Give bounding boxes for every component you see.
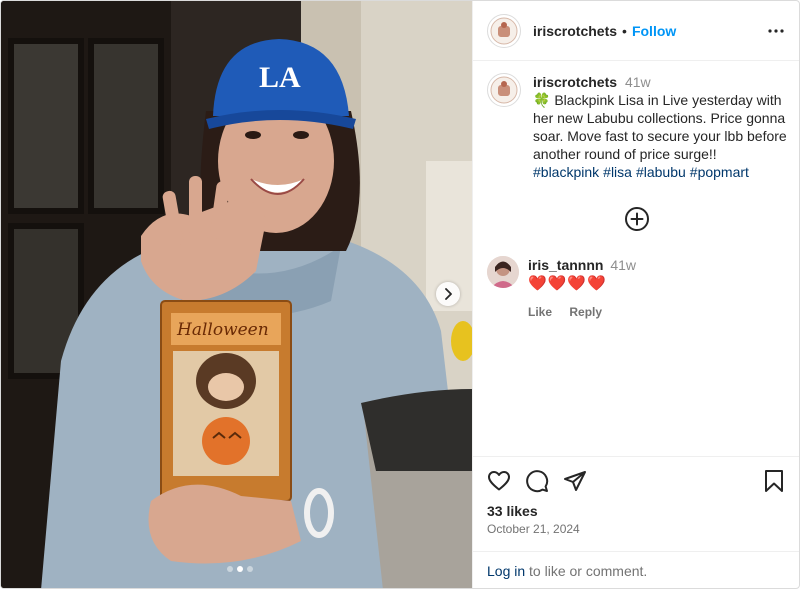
comment-like-button[interactable]: Like — [528, 305, 552, 319]
comment-actions: Like Reply — [528, 303, 636, 321]
caption-body: iriscrotchets 41w 🍀 Blackpink Lisa in Li… — [533, 73, 792, 181]
post-caption: iriscrotchets 41w 🍀 Blackpink Lisa in Li… — [487, 73, 792, 181]
clover-emoji: 🍀 — [533, 92, 551, 108]
post-photo: LA Halloween — [1, 1, 472, 588]
post-date[interactable]: October 21, 2024 — [487, 522, 580, 536]
post-media[interactable]: LA Halloween — [1, 1, 472, 588]
post-actions: 33 likes October 21, 2024 Log in to like… — [473, 456, 799, 588]
caption-avatar-logo-icon — [490, 76, 518, 104]
chevron-right-icon — [445, 288, 452, 300]
caption-username[interactable]: iriscrotchets — [533, 74, 617, 90]
login-prompt: Log in to like or comment. — [473, 551, 799, 588]
header-separator: • — [622, 22, 627, 39]
carousel-dot-active — [237, 566, 243, 572]
comment-icon[interactable] — [525, 469, 549, 493]
caption-text: Blackpink Lisa in Live yesterday with he… — [533, 92, 787, 162]
share-icon[interactable] — [563, 469, 587, 493]
comment-time[interactable]: 41w — [610, 257, 636, 273]
follow-button[interactable]: Follow — [632, 23, 676, 39]
author-username[interactable]: iriscrotchets — [533, 23, 617, 39]
svg-text:LA: LA — [259, 61, 301, 94]
post-header: iriscrotchets • Follow — [473, 1, 799, 61]
commenter-avatar-image — [487, 256, 519, 288]
action-icons — [487, 469, 587, 493]
post-side-panel: iriscrotchets • Follow iriscrotchets 41w… — [472, 1, 799, 588]
caption-avatar[interactable] — [487, 73, 521, 107]
hashtag-link[interactable]: #popmart — [690, 164, 749, 180]
caption-time[interactable]: 41w — [625, 74, 651, 90]
comment-item: iris_tannnn 41w ❤️❤️❤️❤️ Like Reply — [487, 256, 792, 321]
likes-count[interactable]: 33 likes — [487, 503, 538, 519]
plus-circle-icon[interactable] — [624, 206, 650, 232]
comment-body: iris_tannnn 41w ❤️❤️❤️❤️ Like Reply — [528, 256, 636, 321]
author-avatar[interactable] — [487, 13, 521, 48]
instagram-post: LA Halloween iriscrotchets • Follow iris… — [0, 0, 800, 589]
hashtag-link[interactable]: #blackpink — [533, 164, 599, 180]
carousel-dot — [227, 566, 233, 572]
commenter-username[interactable]: iris_tannnn — [528, 257, 603, 273]
carousel-next-button[interactable] — [436, 282, 460, 306]
comment-text: ❤️❤️❤️❤️ — [528, 275, 607, 292]
bookmark-icon[interactable] — [764, 469, 784, 493]
login-prompt-text: to like or comment. — [529, 563, 648, 579]
comment-reply-button[interactable]: Reply — [569, 305, 602, 319]
login-link[interactable]: Log in — [487, 563, 525, 579]
caption-hashtags: #blackpink #lisa #labubu #popmart — [533, 163, 792, 181]
hashtag-link[interactable]: #labubu — [636, 164, 686, 180]
hashtag-link[interactable]: #lisa — [603, 164, 632, 180]
author-avatar-logo-icon — [490, 17, 518, 44]
carousel-indicator — [227, 566, 253, 572]
heart-icon[interactable] — [487, 469, 511, 493]
svg-text:Halloween: Halloween — [176, 320, 269, 340]
commenter-avatar[interactable] — [487, 256, 519, 288]
carousel-dot — [247, 566, 253, 572]
more-options-icon[interactable] — [768, 23, 784, 39]
